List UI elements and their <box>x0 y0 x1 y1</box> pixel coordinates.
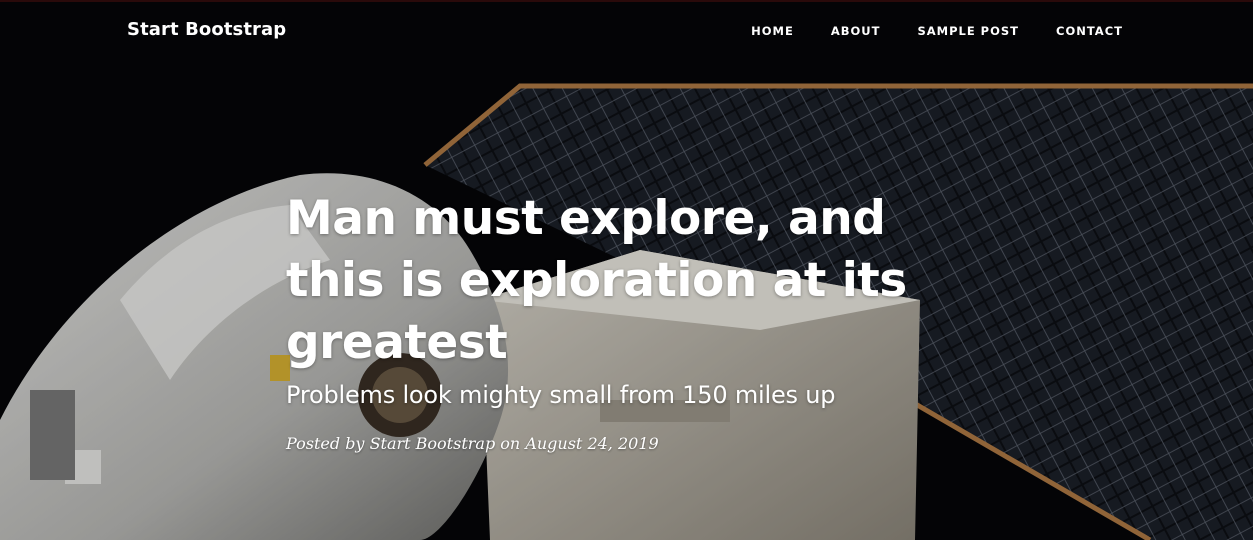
post-date: August 24, 2019 <box>525 434 659 453</box>
brand-link[interactable]: Start Bootstrap <box>127 19 286 40</box>
nav-item-about: ABOUT <box>831 22 881 40</box>
nav-link-sample-post[interactable]: SAMPLE POST <box>917 24 1019 38</box>
nav-menu: HOME ABOUT SAMPLE POST CONTACT <box>751 22 1123 40</box>
meta-prefix: Posted by <box>286 434 365 453</box>
meta-on: on <box>500 434 521 453</box>
post-subtitle: Problems look mighty small from 150 mile… <box>286 381 836 409</box>
nav-item-contact: CONTACT <box>1056 22 1123 40</box>
post-meta: Posted by Start Bootstrap on August 24, … <box>286 434 966 453</box>
nav-link-home[interactable]: HOME <box>751 24 794 38</box>
author-link[interactable]: Start Bootstrap <box>370 434 496 453</box>
nav-item-home: HOME <box>751 22 794 40</box>
masthead: Start Bootstrap HOME ABOUT SAMPLE POST C… <box>0 0 1253 540</box>
navbar: Start Bootstrap HOME ABOUT SAMPLE POST C… <box>0 0 1253 60</box>
nav-link-about[interactable]: ABOUT <box>831 24 881 38</box>
nav-link-contact[interactable]: CONTACT <box>1056 24 1123 38</box>
post-heading: Man must explore, and this is exploratio… <box>286 188 966 453</box>
post-title: Man must explore, and this is exploratio… <box>286 191 907 370</box>
nav-item-sample-post: SAMPLE POST <box>917 22 1019 40</box>
